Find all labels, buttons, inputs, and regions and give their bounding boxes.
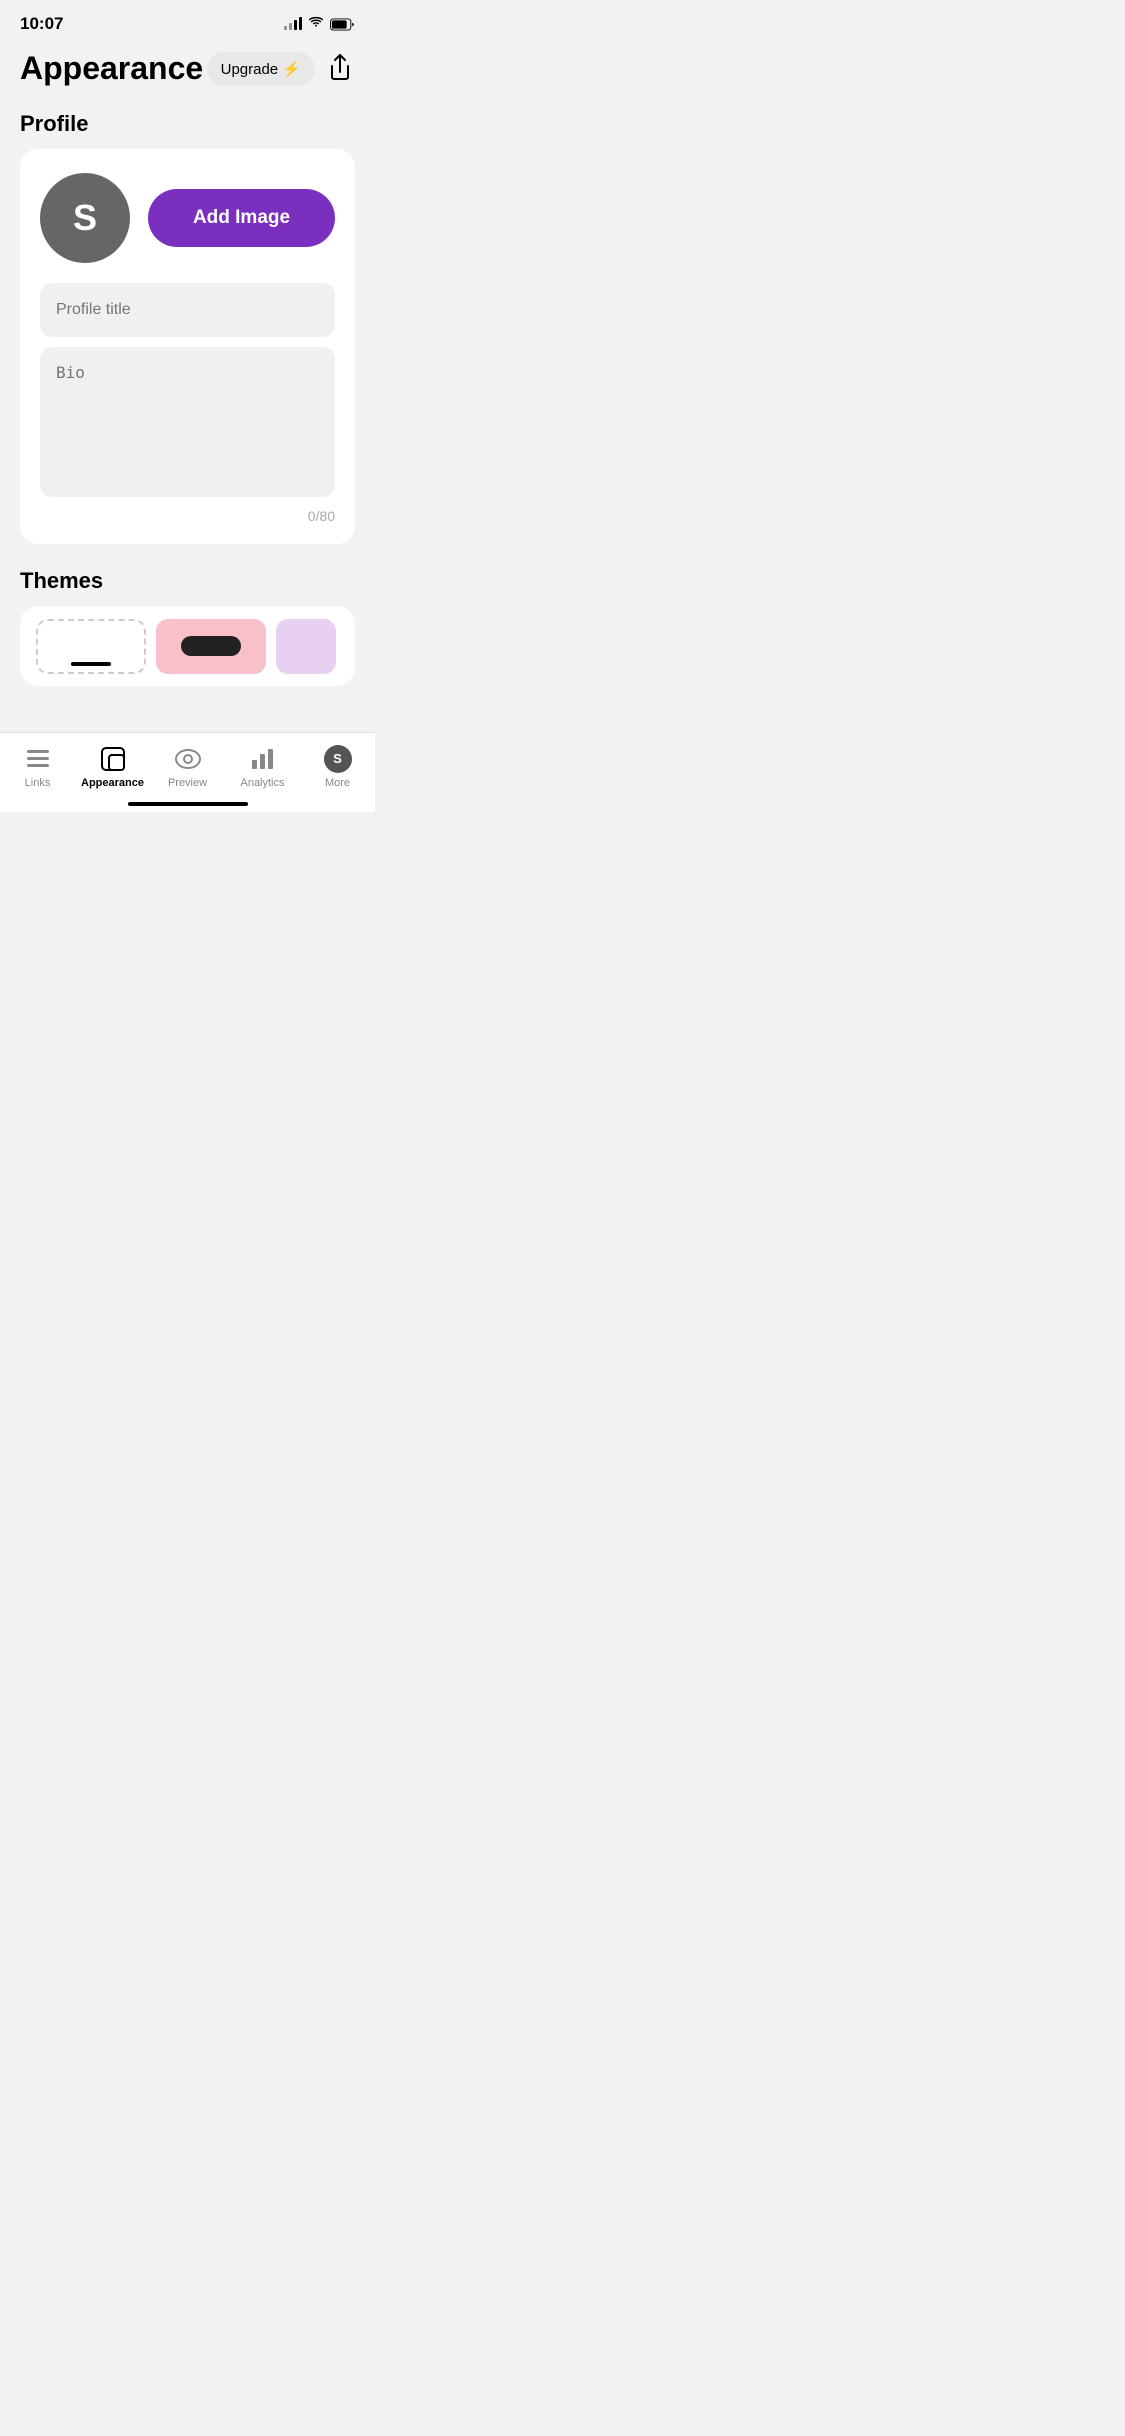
status-time: 10:07 xyxy=(20,14,63,34)
theme-pink-btn xyxy=(181,636,241,656)
nav-item-more[interactable]: S More xyxy=(300,745,375,789)
profile-card: S Add Image 0/80 xyxy=(20,149,355,544)
header: Appearance Upgrade ⚡ xyxy=(0,40,375,103)
themes-section-title: Themes xyxy=(20,568,355,594)
bio-counter: 0/80 xyxy=(40,508,335,524)
add-image-button[interactable]: Add Image xyxy=(148,189,335,247)
nav-label-more: More xyxy=(325,777,350,789)
nav-item-preview[interactable]: Preview xyxy=(150,745,225,789)
nav-label-analytics: Analytics xyxy=(240,777,284,789)
wifi-icon xyxy=(308,15,324,33)
header-actions: Upgrade ⚡ xyxy=(207,50,355,87)
appearance-icon xyxy=(99,745,127,773)
avatar-letter: S xyxy=(73,197,97,239)
themes-section: Themes xyxy=(20,568,355,686)
nav-item-appearance[interactable]: Appearance xyxy=(75,745,150,789)
nav-item-links[interactable]: Links xyxy=(0,745,75,789)
theme-item-lavender[interactable] xyxy=(276,619,336,674)
nav-label-preview: Preview xyxy=(168,777,207,789)
upgrade-button[interactable]: Upgrade ⚡ xyxy=(207,52,315,86)
nav-label-appearance: Appearance xyxy=(81,777,144,789)
profile-section-title: Profile xyxy=(20,111,355,137)
avatar: S xyxy=(40,173,130,263)
theme-item-default[interactable] xyxy=(36,619,146,674)
analytics-icon xyxy=(249,745,277,773)
nav-item-analytics[interactable]: Analytics xyxy=(225,745,300,789)
battery-icon xyxy=(330,18,355,31)
links-icon xyxy=(24,745,52,773)
home-indicator xyxy=(128,802,248,806)
profile-title-input[interactable] xyxy=(40,283,335,337)
upgrade-label: Upgrade ⚡ xyxy=(221,60,301,78)
main-content: Profile S Add Image 0/80 Themes xyxy=(0,103,375,741)
more-icon: S xyxy=(324,745,352,773)
bottom-nav: Links Appearance Preview xyxy=(0,732,375,812)
status-bar: 10:07 xyxy=(0,0,375,40)
signal-icon xyxy=(284,18,302,30)
bio-input[interactable] xyxy=(40,347,335,497)
share-button[interactable] xyxy=(325,50,355,87)
page-title: Appearance xyxy=(20,50,203,87)
preview-icon xyxy=(174,745,202,773)
status-icons xyxy=(284,15,355,33)
theme-item-pink[interactable] xyxy=(156,619,266,674)
more-avatar: S xyxy=(324,745,352,773)
themes-card xyxy=(20,606,355,686)
profile-top: S Add Image xyxy=(40,173,335,263)
nav-label-links: Links xyxy=(25,777,51,789)
